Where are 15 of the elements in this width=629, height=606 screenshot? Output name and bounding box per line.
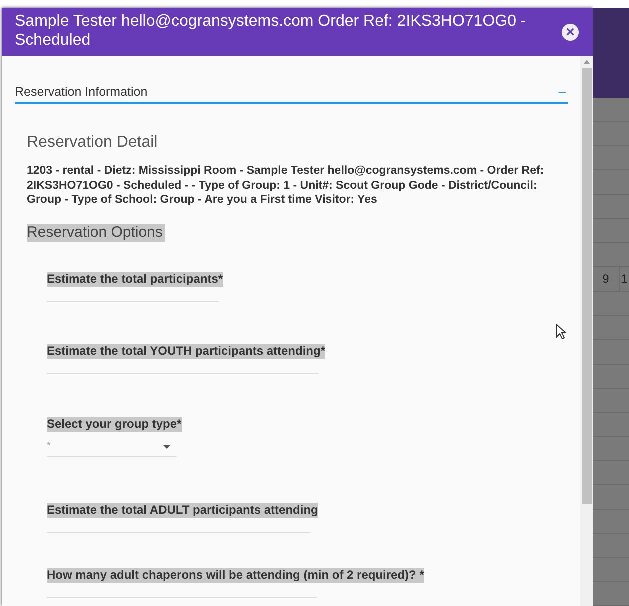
dialog-title: Sample Tester hello@cogransystems.com Order Ref: 2IKS3HO71OG0 - Scheduled <box>15 12 528 50</box>
cursor-icon <box>556 324 567 340</box>
field-label: Select your group type* <box>47 416 182 432</box>
close-button[interactable]: × <box>562 24 579 41</box>
detail-heading: Reservation Detail <box>27 134 159 152</box>
calendar-cell-text: 1 <box>620 271 629 288</box>
field-label: Estimate the total participants* <box>47 272 224 286</box>
section-header[interactable]: Reservation Information – <box>15 84 568 104</box>
options-heading: Reservation Options <box>27 224 165 242</box>
scrollbar[interactable] <box>580 56 593 606</box>
calendar-cell: 9 <box>593 267 620 292</box>
field-label: How many adult chaperons will be attending (min of 2 required)? * <box>47 568 424 582</box>
reservation-detail-text: 1203 - rental - Dietz: Mississippi Room - Sample Tester hello@cogransystems.com - Order Ref: 2IKS3HO71OG0 - Scheduled - - Type of Group: 1 - Unit#: Scout Group Gode - District/Council: Group - Type of School: Group - Are you a First time Visitor: Yes <box>27 164 546 208</box>
field-label: Estimate the total ADULT participants attending <box>47 502 318 518</box>
field-label: Estimate the total YOUTH participants attending* <box>47 344 326 358</box>
